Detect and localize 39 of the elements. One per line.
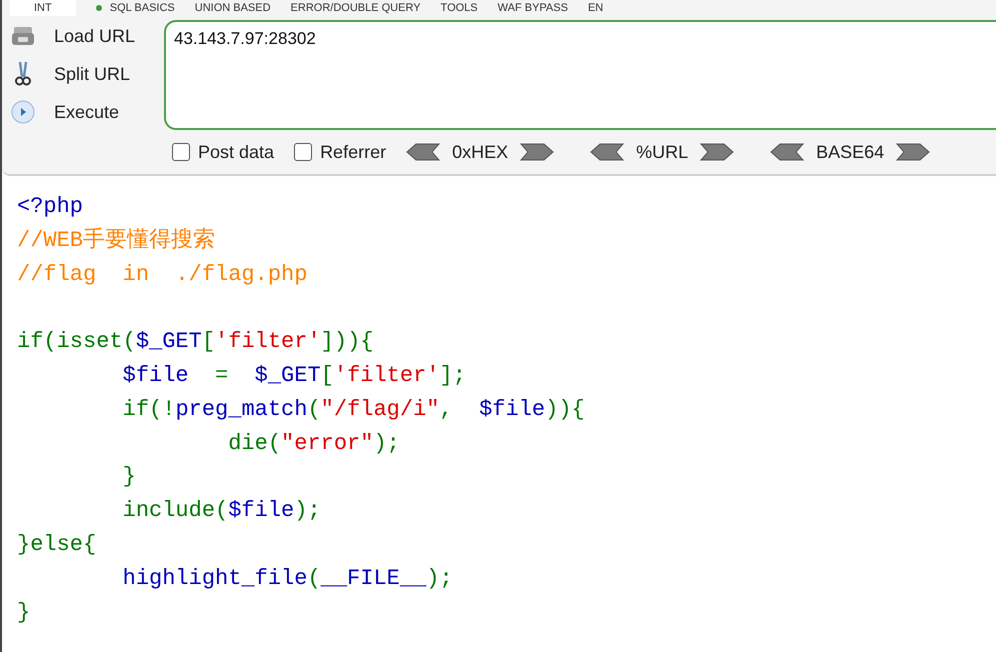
left-chevron-icon xyxy=(406,143,440,161)
printer-icon xyxy=(11,25,35,47)
code-line: die("error"); xyxy=(227,430,401,458)
code-line: //WEB手要懂得搜索 xyxy=(17,226,216,255)
code-line: } xyxy=(122,463,137,492)
scissors-icon xyxy=(15,61,31,87)
menu-tab[interactable]: ERROR/DOUBLE QUERY xyxy=(290,0,421,16)
menu-tab[interactable]: TOOLS xyxy=(440,0,478,16)
menu-tab[interactable]: INT xyxy=(10,0,76,16)
menu-tab[interactable]: WAF BYPASS xyxy=(498,0,568,16)
toolbar-action[interactable]: Execute xyxy=(10,96,152,128)
url-field[interactable]: 43.143.7.97:28302 xyxy=(164,20,996,130)
encoder-label: %URL xyxy=(636,140,688,164)
code-line: }else{ xyxy=(17,530,98,559)
checkbox[interactable] xyxy=(294,143,312,161)
code-line: include($file); xyxy=(122,497,322,526)
code-line: $file = $_GET['filter']; xyxy=(122,362,467,390)
toolbar-action[interactable]: Split URL xyxy=(10,58,152,90)
checkbox-label: Referrer xyxy=(320,140,386,164)
right-chevron-icon xyxy=(896,143,930,161)
right-chevron-icon xyxy=(520,143,554,161)
play-icon xyxy=(11,100,35,124)
code-line: if(isset($_GET['filter'])){ xyxy=(17,328,374,356)
right-chevron-icon xyxy=(700,143,734,161)
code-line: //flag in ./flag.php xyxy=(17,260,308,289)
checkbox-label: Post data xyxy=(198,140,274,164)
menu-tab[interactable]: UNION BASED xyxy=(194,0,271,16)
code-line: highlight_file(__FILE__); xyxy=(122,564,454,593)
encoder-label: 0xHEX xyxy=(452,140,508,164)
code-line: } xyxy=(17,598,32,627)
menu-tab[interactable]: EN xyxy=(588,0,604,16)
code-line: <?php xyxy=(17,193,84,221)
encoder-label: BASE64 xyxy=(816,140,884,164)
toolbar-action[interactable]: Load URL xyxy=(10,20,152,52)
code-line: if(!preg_match("/flag/i", $file)){ xyxy=(122,396,586,424)
left-chevron-icon xyxy=(770,143,804,161)
menu-tab[interactable]: SQL BASICS xyxy=(110,0,175,16)
checkbox[interactable] xyxy=(172,143,190,161)
left-chevron-icon xyxy=(590,143,624,161)
